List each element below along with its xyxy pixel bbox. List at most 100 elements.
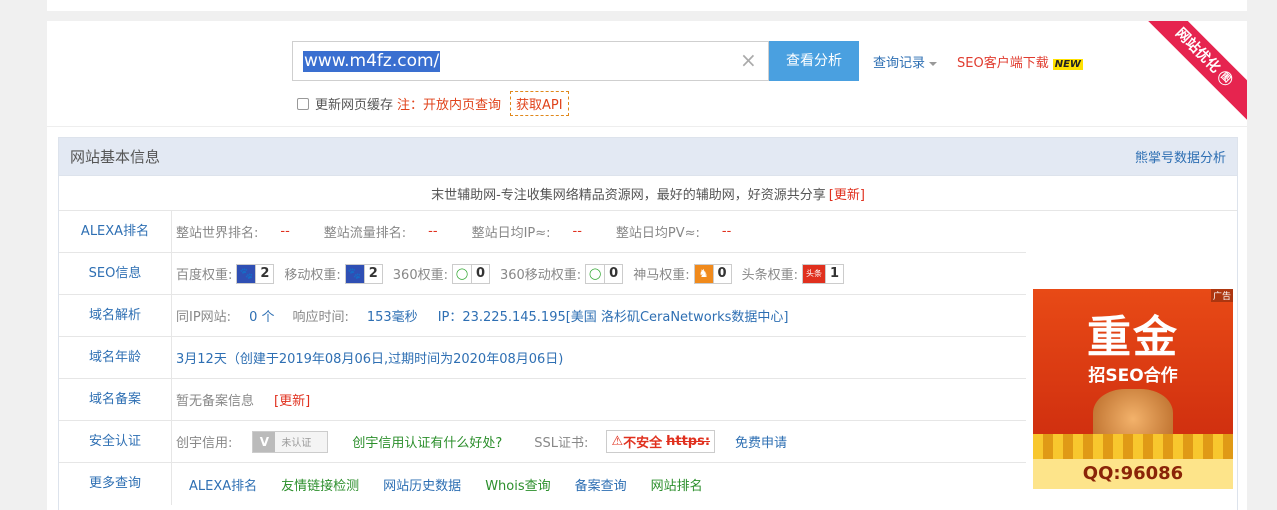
warning-icon: ⚠ [611,434,624,449]
more-link-alexa[interactable]: ALEXA排名 [189,475,257,494]
baidu-weight-badge[interactable]: 🐾 2 [236,263,275,284]
inner-page-note: 注：开放内页查询 [397,98,502,113]
so360-mobile-weight-badge[interactable]: ◯ 0 [585,263,624,284]
get-api-button[interactable]: 获取API [510,91,569,116]
clear-icon[interactable]: × [740,49,757,71]
security-row: 安全认证 创宇信用: V 未认证 创宇信用认证有什么好处? SSL证书: ⚠ 不安全… [59,421,1026,463]
dns-label[interactable]: 域名解析 [59,295,172,336]
domain-age-label[interactable]: 域名年龄 [59,337,172,378]
shenma-weight-value: 0 [712,264,731,283]
baidu-paw-icon: 🐾 [345,264,364,283]
ribbon-label: 网站优化 [1172,25,1224,77]
response-time-label: 响应时间: [292,310,349,325]
site-info-panel: 网站基本信息 熊掌号数据分析 末世辅助网-专注收集网络精品资源网，最好的辅助网，… [58,137,1238,510]
update-beian-link[interactable]: [更新] [274,390,310,409]
seo-download-label: SEO客户端下载 [957,56,1049,71]
search-box[interactable]: www.m4fz.com/ × [292,41,769,81]
daily-pv-label: 整站日均PV≈: [615,226,700,241]
more-link-friendlinks[interactable]: 友情链接检测 [281,475,359,494]
domain-age-value: 3月12天（创建于2019年08月06日,过期时间为2020年08月06日) [176,352,564,367]
same-ip-value[interactable]: 0 个 [249,306,274,325]
ip-info[interactable]: IP：23.225.145.195[美国 洛杉矶CeraNetworks数据中心… [438,306,789,325]
beian-label[interactable]: 域名备案 [59,379,172,420]
more-link-beian[interactable]: 备案查询 [575,475,627,494]
verified-icon: V [253,431,276,452]
info-rows: ALEXA排名 整站世界排名: -- 整站流量排名: -- 整站日均IP≈: -… [59,211,1237,489]
world-rank-value: -- [280,224,290,239]
seo-client-download-link[interactable]: SEO客户端下载 NEW [957,52,1083,71]
history-label: 查询记录 [873,56,926,71]
toutiao-weight-label: 头条权重: [741,268,798,283]
ssl-badge[interactable]: ⚠ 不安全 https: [606,430,716,453]
site-description-row: 末世辅助网-专注收集网络精品资源网，最好的辅助网，好资源共分享 [更新] [59,176,1237,211]
alexa-row: ALEXA排名 整站世界排名: -- 整站流量排名: -- 整站日均IP≈: -… [59,211,1026,253]
shenma-icon: ♞ [694,264,713,283]
world-rank-label: 整站世界排名: [176,226,259,241]
search-options: 更新网页缓存 注：开放内页查询 获取API [297,91,569,116]
so360-weight-label: 360权重: [392,268,448,283]
refresh-cache-checkbox[interactable] [297,97,309,110]
xiongzhang-analysis-link[interactable]: 熊掌号数据分析 [1135,147,1226,166]
refresh-cache-label: 更新网页缓存 [315,98,394,113]
so360-weight-value: 0 [470,264,489,283]
seo-row: SEO信息 百度权重: 🐾 2 移动权重: 🐾 2 360权重: ◯ 0 360移动权… [59,253,1026,295]
gold-coins-image [1033,434,1233,459]
beian-value: 暂无备案信息 [176,394,255,409]
daily-ip-value: -- [572,224,582,239]
cert-status: 未认证 [281,438,312,449]
so360-mobile-weight-value: 0 [604,264,622,283]
new-badge: NEW [1052,59,1083,70]
same-ip-label: 同IP网站: [176,310,232,325]
baidu-weight-value: 2 [255,264,273,283]
beian-row: 域名备案 暂无备案信息 [更新] [59,379,1026,421]
daily-ip-label: 整站日均IP≈: [471,226,551,241]
more-link-whois[interactable]: Whois查询 [485,475,550,494]
top-strip [47,0,1247,11]
baidu-weight-label: 百度权重: [176,268,233,283]
credit-label: 创宇信用: [176,436,233,451]
domain-age-row: 域名年龄 3月12天（创建于2019年08月06日,过期时间为2020年08月0… [59,337,1026,379]
free-ssl-link[interactable]: 免费申请 [735,432,787,451]
so360-icon: ◯ [589,267,602,280]
ssl-label: SSL证书: [534,436,589,451]
toutiao-icon: 头条 [802,264,825,283]
divider [47,126,1247,127]
main-card: www.m4fz.com/ × 查看分析 查询记录 SEO客户端下载 NEW 更新… [47,21,1247,510]
shenma-weight-badge[interactable]: ♞ 0 [693,263,732,284]
so360-weight-badge[interactable]: ◯ 0 [451,263,490,284]
toutiao-weight-value: 1 [824,264,843,283]
baidu-paw-icon: 🐾 [237,264,256,283]
dns-row: 域名解析 同IP网站: 0 个 响应时间: 153毫秒 IP：23.225.14… [59,295,1026,337]
mobile-weight-label: 移动权重: [284,268,341,283]
credit-cert-badge[interactable]: V 未认证 [252,430,329,453]
traffic-rank-label: 整站流量排名: [323,226,407,241]
traffic-rank-value: -- [428,224,438,239]
seo-optimize-ribbon[interactable]: 网站优化图 [1126,21,1247,135]
search-input[interactable]: www.m4fz.com/ [303,51,441,72]
shenma-weight-label: 神马权重: [633,268,690,283]
mobile-weight-value: 2 [363,264,382,283]
history-dropdown[interactable]: 查询记录 [873,52,938,71]
daily-pv-value: -- [721,224,732,239]
response-time-value: 153毫秒 [366,310,418,325]
analyze-button[interactable]: 查看分析 [769,41,859,81]
ad-banner[interactable]: 广告 重金 招SEO合作 QQ:96086 [1033,289,1233,489]
so360-mobile-weight-label: 360移动权重: [499,268,582,283]
more-link-ranking[interactable]: 网站排名 [651,475,703,494]
mobile-weight-badge[interactable]: 🐾 2 [344,263,383,284]
more-link-history[interactable]: 网站历史数据 [383,475,461,494]
update-description-link[interactable]: [更新] [829,184,865,203]
more-query-label[interactable]: 更多查询 [59,463,172,505]
ssl-https: https: [666,434,711,449]
toutiao-weight-badge[interactable]: 头条 1 [801,263,844,284]
panel-header: 网站基本信息 熊掌号数据分析 [59,138,1237,176]
chevron-down-icon [929,61,938,66]
credit-benefit-link[interactable]: 创宇信用认证有什么好处? [352,432,502,451]
security-label[interactable]: 安全认证 [59,421,172,462]
ad-qq: QQ:96086 [1033,459,1233,489]
alexa-label[interactable]: ALEXA排名 [59,211,172,252]
ad-subline: 招SEO合作 [1088,366,1178,386]
ad-headline: 重金 [1087,312,1179,363]
panel-title: 网站基本信息 [70,148,161,166]
seo-label[interactable]: SEO信息 [59,253,172,294]
